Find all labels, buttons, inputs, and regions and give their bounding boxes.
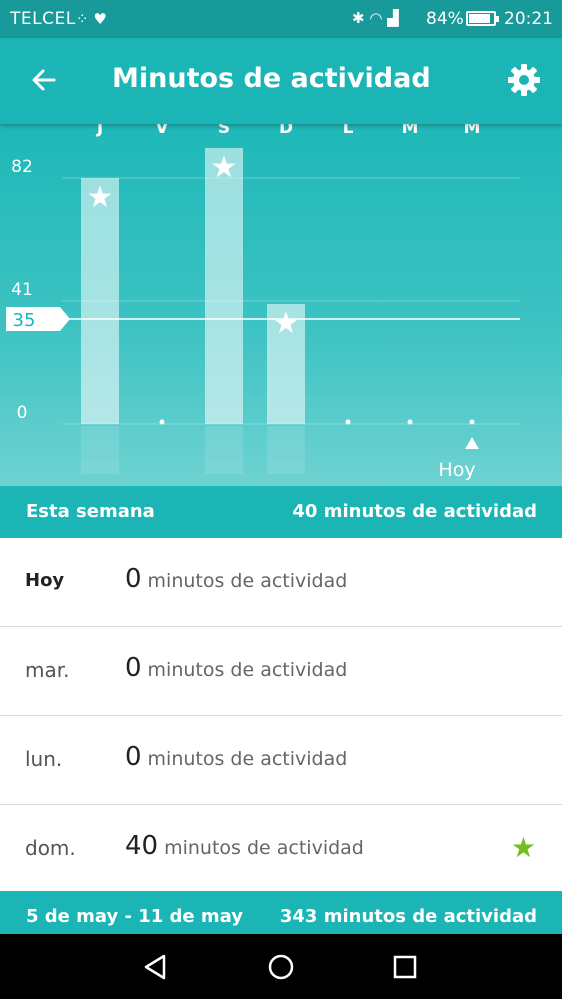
bar-reflection <box>205 426 243 474</box>
bar <box>205 148 243 424</box>
x-tick-label: M <box>464 124 481 138</box>
empty-day-dot <box>469 419 475 425</box>
day-unit: minutos de actividad <box>147 570 348 592</box>
signal-icon: ▟ <box>387 9 399 27</box>
battery-percentage: 84% <box>426 9 464 29</box>
activity-chart[interactable]: 0 41 82 J V S D L M M ★ ★ ★ 35 Hoy <box>0 124 562 486</box>
list-item[interactable]: Hoy 0 minutos de actividad <box>0 538 562 627</box>
fitbit-icon: ⁘ <box>76 10 89 28</box>
x-tick-label: M <box>402 124 419 138</box>
back-arrow-icon[interactable] <box>28 64 60 96</box>
day-label: mar. <box>25 658 70 682</box>
week-total: 40 minutos de actividad <box>292 501 537 522</box>
y-tick-label: 82 <box>11 157 33 177</box>
previous-week-range: 5 de may - 11 de may <box>26 906 243 927</box>
day-label: Hoy <box>25 570 65 591</box>
system-icons: ✱ ◠ ▟ <box>352 9 399 27</box>
navigation-bar <box>0 934 562 999</box>
list-item[interactable]: dom. 40 minutos de actividad ★ <box>0 805 562 894</box>
app-bar: Minutos de actividad <box>0 38 562 124</box>
goal-star-icon: ★ <box>510 831 536 864</box>
goal-star-icon: ★ <box>211 150 238 185</box>
day-value: 40 minutos de actividad <box>125 831 364 861</box>
x-tick-label: J <box>96 124 103 138</box>
day-label: dom. <box>25 836 76 860</box>
day-value: 0 minutos de actividad <box>125 653 348 683</box>
x-tick-label: S <box>218 124 230 138</box>
page-title: Minutos de actividad <box>112 63 431 94</box>
day-value: 0 minutos de actividad <box>125 564 348 594</box>
day-label: lun. <box>25 747 63 771</box>
bluetooth-icon: ✱ <box>352 9 365 27</box>
today-arrow-icon <box>465 437 479 449</box>
wifi-icon: ◠ <box>369 9 383 27</box>
notification-icons: ⁘ ♥ <box>76 10 107 28</box>
goal-star-icon: ★ <box>87 180 114 215</box>
list-item[interactable]: lun. 0 minutos de actividad <box>0 716 562 805</box>
bar-reflection <box>267 426 305 474</box>
battery-icon <box>466 11 499 26</box>
day-value: 0 minutos de actividad <box>125 742 348 772</box>
clock: 20:21 <box>504 9 553 29</box>
back-triangle-icon[interactable] <box>138 950 172 984</box>
home-circle-icon[interactable] <box>264 950 298 984</box>
empty-day-dot <box>407 419 413 425</box>
y-tick-label: 0 <box>17 403 28 423</box>
list-item[interactable]: mar. 0 minutos de actividad <box>0 627 562 716</box>
previous-week-bar[interactable]: 5 de may - 11 de may 343 minutos de acti… <box>0 891 562 934</box>
y-tick-label: 41 <box>11 280 33 300</box>
empty-day-dot <box>159 419 165 425</box>
x-tick-label: D <box>279 124 293 138</box>
day-list: Hoy 0 minutos de actividad mar. 0 minutos … <box>0 538 562 894</box>
empty-day-dot <box>345 419 351 425</box>
activity-chart-svg: 0 41 82 J V S D L M M ★ ★ ★ 35 Hoy <box>6 124 520 481</box>
previous-week-total: 343 minutos de actividad <box>279 906 537 927</box>
x-tick-label: V <box>155 124 169 138</box>
goal-value-label: 35 <box>13 310 36 331</box>
x-tick-label: L <box>343 124 354 138</box>
recents-square-icon[interactable] <box>388 950 422 984</box>
carrier-name: TELCEL <box>10 9 76 29</box>
today-label: Hoy <box>438 459 475 481</box>
day-unit: minutos de actividad <box>147 659 348 681</box>
week-label: Esta semana <box>26 501 155 522</box>
week-summary-bar: Esta semana 40 minutos de actividad <box>0 486 562 538</box>
day-unit: minutos de actividad <box>164 837 364 859</box>
status-bar: TELCEL ⁘ ♥ ✱ ◠ ▟ 84% 20:21 <box>0 0 562 38</box>
heart-icon: ♥ <box>93 10 107 28</box>
bar-reflection <box>81 426 119 474</box>
day-unit: minutos de actividad <box>147 748 348 770</box>
goal-star-icon: ★ <box>273 306 300 341</box>
gear-icon[interactable] <box>506 62 542 98</box>
